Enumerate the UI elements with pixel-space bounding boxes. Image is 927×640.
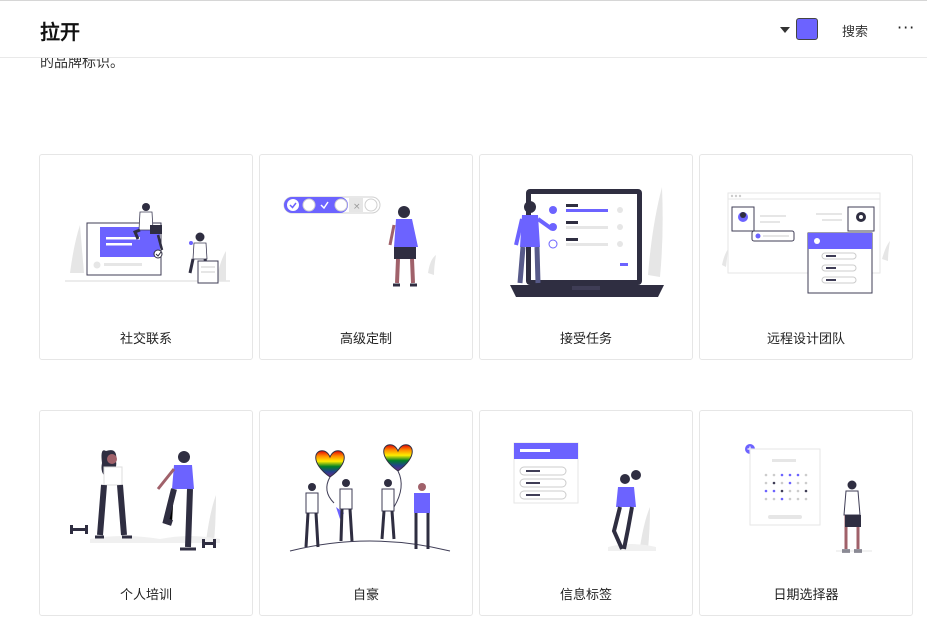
- info-tags-illustration: [513, 442, 656, 551]
- card-social-connection[interactable]: 社交联系: [39, 154, 253, 360]
- svg-text:×: ×: [353, 202, 361, 212]
- personal-training-illustration: [70, 450, 220, 551]
- remote-design-team-illustration: [722, 192, 890, 294]
- more-options-icon[interactable]: ···: [897, 18, 915, 37]
- card-advanced-customization[interactable]: × 高级定制: [259, 154, 473, 360]
- card-accept-tasks[interactable]: 接受任务: [479, 154, 693, 360]
- pride-illustration: [289, 444, 451, 552]
- card-info-tags[interactable]: 信息标签: [479, 410, 693, 616]
- card-label: 个人培训: [119, 588, 172, 603]
- search-button[interactable]: 搜索: [842, 21, 868, 40]
- card-personal-training[interactable]: 个人培训: [39, 410, 253, 616]
- caret-down-icon[interactable]: [780, 27, 790, 33]
- card-label: 接受任务: [559, 332, 612, 347]
- page-title: 拉开: [40, 20, 80, 44]
- card-label: 自豪: [352, 588, 379, 603]
- card-remote-design-team[interactable]: 远程设计团队: [699, 154, 913, 360]
- card-label: 信息标签: [559, 588, 612, 603]
- social-connection-illustration: [65, 203, 230, 284]
- card-label: 远程设计团队: [766, 332, 845, 347]
- card-pride[interactable]: 自豪: [259, 410, 473, 616]
- card-label: 高级定制: [339, 332, 392, 347]
- color-swatch-icon[interactable]: [796, 18, 818, 40]
- accept-tasks-illustration: [510, 187, 664, 297]
- card-label: 日期选择器: [773, 588, 839, 603]
- card-date-picker[interactable]: 日期选择器: [699, 410, 913, 616]
- date-picker-illustration: [745, 444, 872, 553]
- advanced-customization-illustration: ×: [283, 196, 436, 287]
- top-bar: 拉开 搜索 ···: [0, 1, 927, 58]
- card-label: 社交联系: [119, 332, 172, 347]
